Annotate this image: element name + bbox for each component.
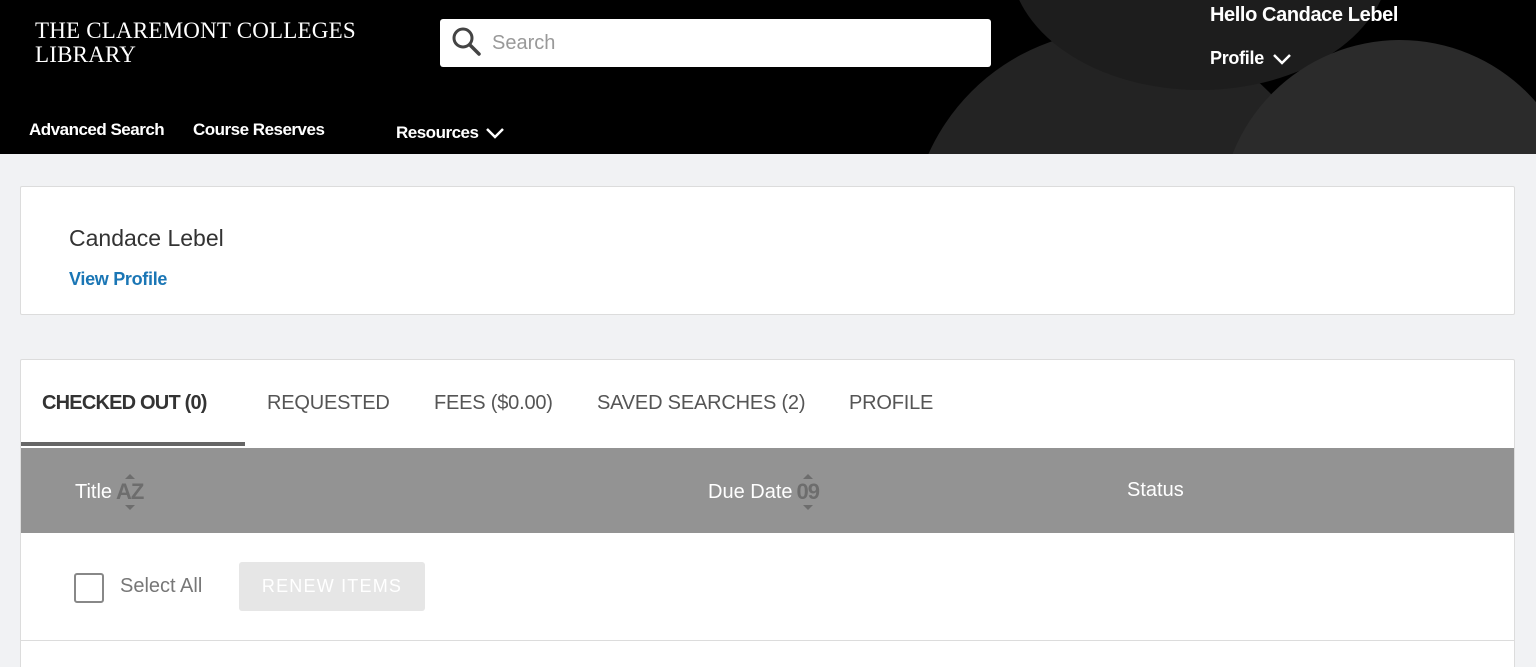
column-title[interactable]: Title AZ	[75, 474, 144, 510]
active-tab-indicator	[21, 442, 245, 446]
user-name: Candace Lebel	[69, 225, 224, 251]
profile-menu-label: Profile	[1210, 48, 1264, 68]
nav-course-reserves[interactable]: Course Reserves	[193, 120, 325, 140]
column-status-label: Status	[1127, 479, 1184, 501]
nav-advanced-search[interactable]: Advanced Search	[29, 120, 165, 140]
tab-saved-searches[interactable]: SAVED SEARCHES (2)	[597, 392, 806, 415]
logo-line-1: THE CLAREMONT COLLEGES	[35, 18, 356, 43]
account-tabs: CHECKED OUT (0) REQUESTED FEES ($0.00) S…	[21, 360, 1514, 448]
column-title-label: Title	[75, 480, 113, 503]
tab-fees[interactable]: FEES ($0.00)	[434, 392, 553, 415]
column-status: Status	[1127, 479, 1184, 502]
profile-menu-button[interactable]: Profile	[1210, 48, 1292, 69]
nav-resources-label: Resources	[396, 123, 479, 142]
library-logo[interactable]: THE CLAREMONT COLLEGES LIBRARY	[35, 19, 356, 67]
view-profile-link[interactable]: View Profile	[69, 269, 167, 290]
sort-az-icon[interactable]: AZ	[116, 474, 144, 510]
chevron-down-icon	[486, 128, 505, 139]
renew-items-button[interactable]: RENEW ITEMS	[239, 562, 425, 611]
tab-requested[interactable]: REQUESTED	[267, 392, 390, 415]
sort-numeric-icon[interactable]: 09	[797, 474, 820, 510]
select-all-checkbox[interactable]	[74, 573, 104, 603]
search-icon[interactable]	[450, 25, 482, 62]
site-header: THE CLAREMONT COLLEGES LIBRARY Hello Can…	[0, 0, 1536, 154]
logo-line-2: LIBRARY	[35, 42, 137, 67]
column-due-date-label: Due Date	[708, 480, 793, 503]
select-all-label[interactable]: Select All	[120, 575, 202, 598]
column-due-date[interactable]: Due Date 09	[708, 474, 820, 510]
user-greeting: Hello Candace Lebel	[1210, 4, 1399, 26]
search-input[interactable]	[492, 31, 972, 55]
tab-checked-out[interactable]: CHECKED OUT (0)	[42, 392, 207, 415]
nav-resources-dropdown[interactable]: Resources	[396, 123, 505, 143]
chevron-down-icon	[1273, 53, 1291, 65]
tab-profile[interactable]: PROFILE	[849, 392, 933, 415]
checked-out-actions: Select All RENEW ITEMS	[21, 533, 1514, 641]
account-tabs-card: CHECKED OUT (0) REQUESTED FEES ($0.00) S…	[20, 359, 1515, 667]
search-box	[440, 19, 991, 67]
table-header: Title AZ Due Date 09 Status	[21, 448, 1514, 533]
profile-summary-card: Candace Lebel View Profile	[20, 186, 1515, 315]
